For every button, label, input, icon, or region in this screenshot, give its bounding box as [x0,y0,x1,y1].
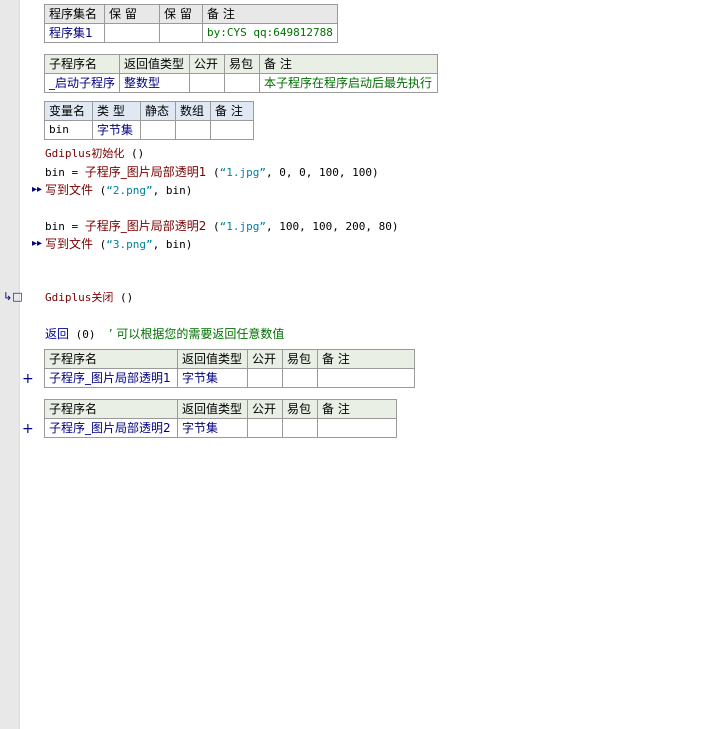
col-sub-name: 子程序名 [43,54,121,74]
col-return-type: 返回值类型 [177,349,248,369]
operator: = [64,166,85,179]
col-sub-name: 子程序名 [44,349,178,369]
args: , 0, 0, 100, 100) [266,166,379,179]
code-line-gdiplus-init[interactable]: Gdiplus初始化 () [45,145,144,163]
sub-transparent-2-table: 子程序名 返回值类型 公开 易包 备 注 子程序_图片局部透明2 字节集 [44,399,397,438]
string-literal: “2.png” [106,184,153,197]
fn-call-transparent-2: 子程序_图片局部透明2 [84,219,207,233]
var-type-cell[interactable]: 字节集 [92,120,141,140]
assembly-note-cell[interactable]: by:CYS qq:649812788 [202,23,338,43]
code-line-write-file-2[interactable]: 写到文件 (“3.png”, bin) [45,235,192,254]
sub-note-cell[interactable]: 本子程序在程序启动后最先执行 [259,73,439,93]
reserved-1-cell[interactable] [104,23,160,43]
paren: ( [206,220,220,233]
col-sub-name: 子程序名 [44,399,178,419]
sub-note-cell[interactable] [317,418,397,438]
fn-gdiplus-init: Gdiplus初始化 [45,147,125,160]
args: , bin) [152,184,193,197]
reserved-2-cell[interactable] [159,23,203,43]
fn-write-file: 写到文件 [45,237,94,251]
assembly-table: 程序集名 保 留 保 留 备 注 程序集1 by:CYS qq:64981278… [44,4,338,43]
col-easy-pack: 易包 [282,399,318,419]
easy-pack-cell[interactable] [224,73,261,93]
paren: ( [206,166,220,179]
variable-table: 变量名 类 型 静态 数组 备 注 bin 字节集 [44,101,254,140]
args: () [113,291,134,304]
col-public: 公开 [189,54,226,74]
args: (0) [69,328,109,341]
sub-name-cell[interactable]: 子程序_图片局部透明2 [44,418,178,438]
string-literal: “1.jpg” [219,220,266,233]
args: () [124,147,145,160]
var-name-cell[interactable]: bin [44,120,93,140]
code-comment: ’ 可以根据您的需要返回任意数值 [108,327,285,341]
col-return-type: 返回值类型 [119,54,191,74]
code-line-write-file-1[interactable]: 写到文件 (“2.png”, bin) [45,181,192,200]
col-note: 备 注 [259,54,439,74]
return-type-cell[interactable]: 整数型 [119,73,191,93]
public-cell[interactable] [247,418,283,438]
col-var-name: 变量名 [44,101,93,121]
code-line-assign-1[interactable]: bin = 子程序_图片局部透明1 (“1.jpg”, 0, 0, 100, 1… [45,163,379,182]
string-literal: “1.jpg” [219,166,266,179]
return-type-cell[interactable]: 字节集 [177,368,248,388]
var-note-cell[interactable] [210,120,254,140]
sub-name-cell[interactable]: _启动子程序 [43,73,121,93]
fn-gdiplus-close: Gdiplus关闭 [45,291,114,304]
easy-pack-cell[interactable] [282,368,318,388]
col-array: 数组 [175,101,211,121]
expand-plus-icon[interactable]: + [22,421,34,437]
col-easy-pack: 易包 [282,349,318,369]
string-literal: “3.png” [106,238,153,251]
col-note: 备 注 [202,4,338,24]
code-line-return[interactable]: 返回 (0) ’ 可以根据您的需要返回任意数值 [45,325,284,344]
array-cell[interactable] [175,120,211,140]
static-cell[interactable] [140,120,176,140]
col-assembly-name: 程序集名 [44,4,105,24]
args: , bin) [152,238,193,251]
keyword-return: 返回 [45,327,70,341]
run-arrow-icon: ▸▸ [32,238,43,249]
easy-pack-cell[interactable] [282,418,318,438]
return-type-cell[interactable]: 字节集 [177,418,248,438]
args: , 100, 100, 200, 80) [266,220,399,233]
col-note: 备 注 [317,349,415,369]
code-line-assign-2[interactable]: bin = 子程序_图片局部透明2 (“1.jpg”, 100, 100, 20… [45,217,398,236]
col-var-type: 类 型 [92,101,141,121]
sub-note-cell[interactable] [317,368,415,388]
col-return-type: 返回值类型 [177,399,248,419]
col-var-note: 备 注 [210,101,254,121]
code-line-gdiplus-close[interactable]: Gdiplus关闭 () [45,289,133,307]
fn-call-transparent-1: 子程序_图片局部透明1 [84,165,207,179]
sub-name-cell[interactable]: 子程序_图片局部透明1 [44,368,178,388]
col-public: 公开 [247,349,283,369]
var-bin: bin [45,220,65,233]
expand-plus-icon[interactable]: + [22,371,34,387]
col-reserved-2: 保 留 [159,4,203,24]
editor-gutter [0,0,20,729]
startup-sub-table: 子程序名 返回值类型 公开 易包 备 注 _启动子程序 整数型 本子程序在程序启… [43,54,439,93]
loop-return-icon: ↳□ [3,290,23,303]
public-cell[interactable] [189,73,226,93]
col-static: 静态 [140,101,176,121]
sub-transparent-1-table: 子程序名 返回值类型 公开 易包 备 注 子程序_图片局部透明1 字节集 [44,349,415,388]
var-bin: bin [45,166,65,179]
operator: = [64,220,85,233]
paren: ( [93,238,107,251]
assembly-name-cell[interactable]: 程序集1 [44,23,105,43]
run-arrow-icon: ▸▸ [32,184,43,195]
fn-write-file: 写到文件 [45,183,94,197]
col-public: 公开 [247,399,283,419]
col-reserved-1: 保 留 [104,4,160,24]
col-note: 备 注 [317,399,397,419]
public-cell[interactable] [247,368,283,388]
col-easy-pack: 易包 [224,54,261,74]
paren: ( [93,184,107,197]
